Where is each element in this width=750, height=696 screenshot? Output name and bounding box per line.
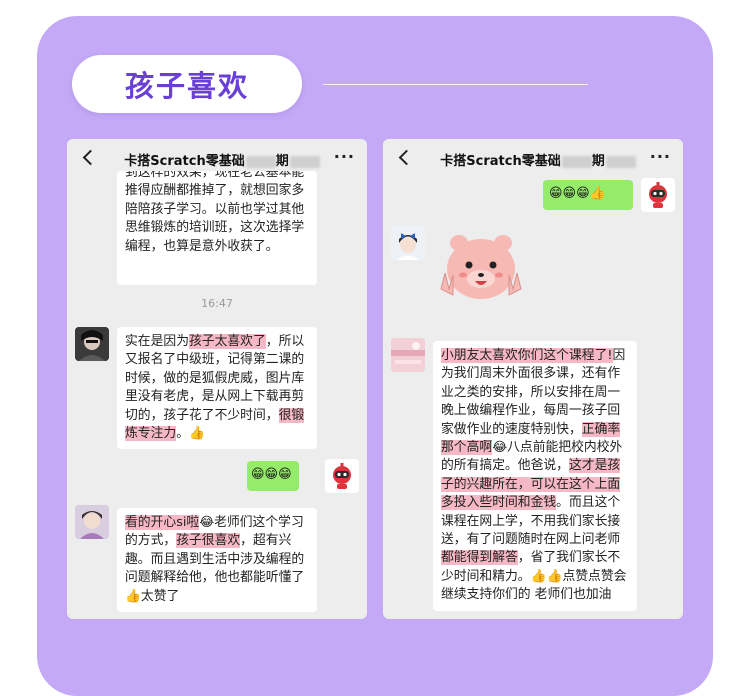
more-dots-icon[interactable]: ··· (650, 149, 671, 165)
robot-avatar-icon[interactable] (641, 178, 675, 212)
blurred-text (245, 155, 276, 168)
sent-message-bubble: 😁😁😁 (247, 461, 299, 491)
blurred-text (561, 155, 592, 168)
bear-sticker-icon (431, 229, 531, 309)
blurred-text (605, 155, 636, 168)
avatar[interactable] (75, 327, 109, 361)
back-chevron-icon[interactable] (395, 148, 415, 168)
chat-topbar: 卡搭Scratch零基础期 ··· (383, 139, 683, 177)
back-chevron-icon[interactable] (79, 148, 99, 168)
sent-message-bubble: 😁😁😁👍 (543, 180, 633, 210)
avatar[interactable] (75, 505, 109, 539)
robot-avatar-icon[interactable] (325, 459, 359, 493)
chat-screenshot-right: 卡搭Scratch零基础期 ··· 😁😁😁👍 小朋友太喜欢你们这个课程了!因为我… (383, 139, 683, 619)
blurred-text (289, 155, 320, 168)
section-title-text: 孩子喜欢 (124, 69, 249, 103)
message-bubble: 看的开心si啦😂老师们这个学习的方式，孩子很喜欢，超有兴趣。而且遇到生活中涉及编… (117, 508, 317, 613)
timestamp: 16:47 (201, 297, 233, 310)
avatar[interactable] (391, 338, 425, 372)
message-bubble: 到这样的效果，现在老公基本能推得应酬都推掉了，就想回家多陪陪孩子学习。以前也学过… (117, 171, 317, 285)
title-divider (323, 84, 588, 85)
chat-title: 卡搭Scratch零基础期 (433, 150, 643, 169)
more-dots-icon[interactable]: ··· (334, 149, 355, 165)
message-bubble: 实在是因为孩子太喜欢了，所以又报名了中级班，记得第二课的时候，做的是狐假虎威，图… (117, 327, 317, 450)
message-bubble: 小朋友太喜欢你们这个课程了!因为我们周末外面很多课，还有作业之类的安排，所以安排… (433, 341, 637, 611)
chat-screenshot-left: 卡搭Scratch零基础期 ··· 到这样的效果，现在老公基本能推得应酬都推掉了… (67, 139, 367, 619)
avatar[interactable] (391, 226, 425, 260)
chat-title: 卡搭Scratch零基础期 (117, 150, 327, 169)
section-title: 孩子喜欢 (72, 55, 302, 113)
